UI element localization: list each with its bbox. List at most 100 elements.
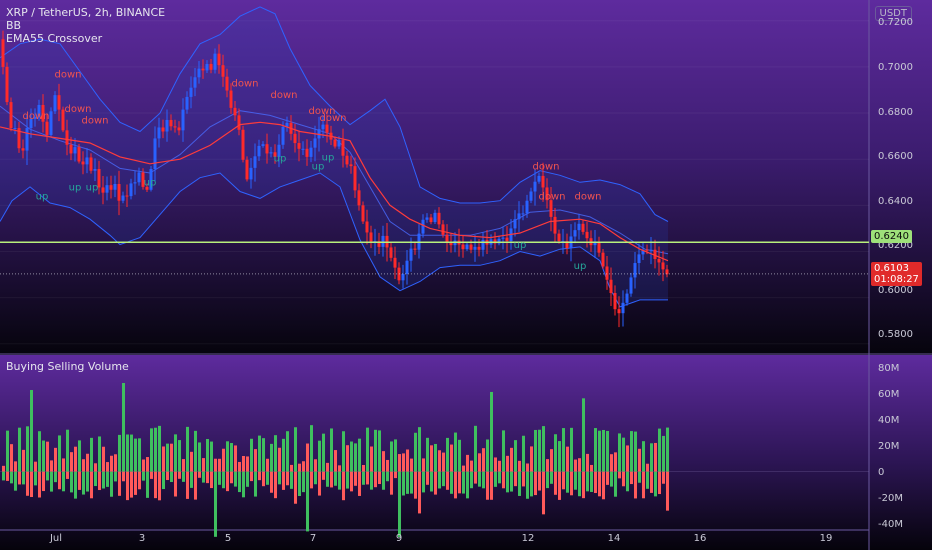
volume-bar xyxy=(578,458,581,472)
volume-bar xyxy=(386,471,389,482)
volume-bar xyxy=(42,471,45,492)
chart-legend: XRP / TetherUS, 2h, BINANCE BB EMA55 Cro… xyxy=(6,6,165,45)
volume-bar xyxy=(622,437,625,472)
volume-bar xyxy=(290,464,293,472)
candle-body xyxy=(25,128,29,151)
volume-bar xyxy=(302,471,305,493)
volume-bar xyxy=(114,471,117,482)
volume-bar xyxy=(58,435,61,472)
volume-bar xyxy=(494,457,497,472)
volume-bar xyxy=(250,438,253,472)
volume-bar xyxy=(206,471,209,484)
volume-bar xyxy=(574,459,577,472)
candle-body xyxy=(573,230,577,237)
candle-body xyxy=(465,244,469,250)
candle-body xyxy=(241,129,245,160)
volume-bar xyxy=(658,428,661,472)
volume-bar xyxy=(318,471,321,496)
volume-bar xyxy=(390,471,393,495)
volume-bar xyxy=(246,456,249,472)
candle-body xyxy=(85,157,89,165)
price-tick: 0.6600 xyxy=(878,151,913,162)
volume-bar xyxy=(514,440,517,472)
volume-bar xyxy=(118,471,121,496)
candle-body xyxy=(93,169,97,171)
volume-bar xyxy=(334,450,337,472)
volume-bar xyxy=(474,425,477,472)
volume-bar xyxy=(538,471,541,491)
volume-bar xyxy=(530,446,533,472)
volume-bar xyxy=(550,449,553,472)
candle-body xyxy=(21,148,25,151)
volume-bar xyxy=(514,471,517,487)
volume-bar xyxy=(254,449,257,472)
volume-bar xyxy=(618,433,621,472)
signal-down-label: down xyxy=(55,69,82,80)
candle-body xyxy=(213,53,217,70)
volume-bar xyxy=(226,471,229,492)
volume-bar xyxy=(190,451,193,472)
volume-bar xyxy=(6,430,9,472)
volume-bar xyxy=(30,471,33,498)
signal-up-label: up xyxy=(514,240,527,251)
volume-bar xyxy=(506,471,509,493)
volume-bar xyxy=(594,471,597,494)
chart-canvas[interactable]: downdowndowndowndowndowndowndowndowndown… xyxy=(0,0,932,550)
candle-body xyxy=(537,175,541,182)
time-tick: 9 xyxy=(395,533,403,544)
volume-bar xyxy=(278,471,281,485)
volume-bar xyxy=(38,471,41,498)
volume-bar xyxy=(306,471,309,532)
volume-bar xyxy=(78,471,81,490)
level-price-badge[interactable]: 0.6240 xyxy=(871,230,912,243)
volume-bar xyxy=(350,441,353,472)
volume-bar xyxy=(54,471,57,483)
volume-bar xyxy=(566,471,569,493)
volume-bar xyxy=(546,471,549,489)
volume-bar xyxy=(74,446,77,472)
volume-bar xyxy=(198,471,201,478)
volume-bar xyxy=(466,454,469,472)
indicator-ema-label[interactable]: EMA55 Crossover xyxy=(6,32,165,45)
volume-bar xyxy=(626,471,629,492)
symbol-title[interactable]: XRP / TetherUS, 2h, BINANCE xyxy=(6,6,165,19)
last-price-badge[interactable]: 0.6103 01:08:27 xyxy=(871,262,922,286)
volume-indicator-title[interactable]: Buying Selling Volume xyxy=(6,360,129,373)
volume-bar xyxy=(434,471,437,495)
time-tick: 19 xyxy=(819,533,833,544)
candle-body xyxy=(265,144,269,154)
volume-bar xyxy=(322,433,325,472)
volume-bar xyxy=(178,471,181,479)
candle-body xyxy=(345,155,349,165)
indicator-bb-label[interactable]: BB xyxy=(6,19,165,32)
volume-bar xyxy=(506,455,509,472)
candle-body xyxy=(409,248,413,261)
volume-bar xyxy=(442,452,445,472)
volume-bar xyxy=(406,471,409,494)
candle-body xyxy=(137,172,141,183)
candle-body xyxy=(209,64,213,70)
volume-bar xyxy=(402,471,405,496)
volume-bar xyxy=(366,471,369,485)
volume-tick: 60M xyxy=(878,389,900,400)
volume-bar xyxy=(210,441,213,472)
candle-body xyxy=(473,246,477,250)
candle-body xyxy=(533,181,537,192)
candle-body xyxy=(525,200,529,214)
signal-down-label: down xyxy=(82,115,109,126)
volume-tick: 0 xyxy=(878,467,885,478)
volume-bar xyxy=(258,471,261,481)
candle-body xyxy=(401,273,405,281)
volume-bar xyxy=(518,460,521,472)
volume-bar xyxy=(150,471,153,479)
volume-bar xyxy=(598,430,601,472)
volume-bar xyxy=(334,471,337,486)
volume-bar xyxy=(370,471,373,490)
candle-body xyxy=(89,157,93,171)
volume-bar xyxy=(602,471,605,500)
volume-bar xyxy=(226,441,229,472)
volume-bar xyxy=(34,461,37,472)
volume-bar xyxy=(114,454,117,472)
volume-bar xyxy=(630,471,633,485)
volume-bar xyxy=(578,471,581,497)
